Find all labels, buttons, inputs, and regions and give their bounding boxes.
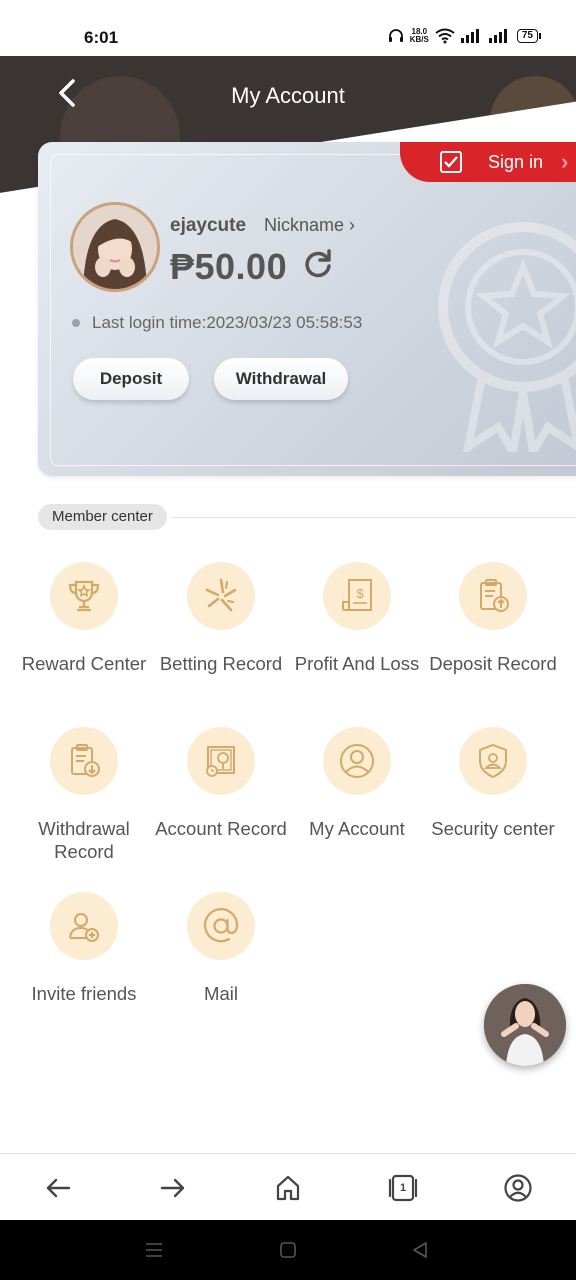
home-icon bbox=[276, 1175, 300, 1201]
withdrawal-button[interactable]: Withdrawal bbox=[214, 358, 348, 400]
arrow-right-icon bbox=[160, 1178, 185, 1198]
reward-center-item[interactable]: Reward Center bbox=[16, 562, 152, 675]
shield-user-icon bbox=[459, 727, 527, 795]
arrow-left-icon bbox=[46, 1178, 71, 1198]
floating-support-avatar[interactable] bbox=[484, 984, 566, 1066]
medal-watermark-icon bbox=[438, 222, 576, 452]
invite-friends-item[interactable]: Invite friends bbox=[16, 892, 152, 1005]
dollar-document-icon: $ bbox=[323, 562, 391, 630]
browser-forward-button[interactable] bbox=[153, 1168, 193, 1208]
star-burst-icon bbox=[187, 562, 255, 630]
bullet-dot bbox=[72, 319, 80, 327]
sign-in-button[interactable]: Sign in › bbox=[400, 142, 576, 182]
system-back-button[interactable] bbox=[408, 1238, 432, 1262]
recent-apps-button[interactable] bbox=[142, 1238, 166, 1262]
user-circle-icon bbox=[323, 727, 391, 795]
profit-and-loss-item[interactable]: $ Profit And Loss bbox=[289, 562, 425, 675]
nickname-link[interactable]: Nickname › bbox=[264, 215, 355, 236]
battery-indicator: 75 bbox=[516, 29, 542, 43]
grid-item-label: Profit And Loss bbox=[294, 653, 420, 674]
member-center-title: Member center bbox=[38, 504, 167, 530]
square-icon bbox=[280, 1242, 296, 1258]
grid-item-label: Mail bbox=[204, 983, 238, 1004]
balance-amount: ₱50.00 bbox=[170, 246, 288, 287]
svg-text:$: $ bbox=[356, 586, 364, 601]
grid-item-label: Account Record bbox=[155, 818, 287, 839]
signal-icon-2 bbox=[488, 29, 507, 43]
checkbox-icon bbox=[440, 151, 462, 173]
security-center-item[interactable]: Security center bbox=[425, 727, 561, 840]
grid-item-label: Invite friends bbox=[31, 983, 137, 1004]
browser-back-button[interactable] bbox=[38, 1168, 78, 1208]
withdrawal-record-item[interactable]: Withdrawal Record bbox=[16, 727, 152, 863]
deposit-record-item[interactable]: Deposit Record bbox=[425, 562, 561, 675]
android-nav-bar bbox=[0, 1220, 576, 1280]
browser-tabs-button[interactable]: 1 bbox=[383, 1168, 423, 1208]
headphones-icon bbox=[388, 29, 403, 42]
grid-item-label: Deposit Record bbox=[429, 653, 557, 674]
chevron-right-icon: › bbox=[561, 149, 569, 174]
grid-item-label: Reward Center bbox=[21, 653, 147, 674]
wifi-icon bbox=[435, 28, 455, 44]
status-time: 6:01 bbox=[84, 28, 119, 47]
network-speed-unit: KB/S bbox=[409, 35, 429, 44]
account-record-icon bbox=[187, 727, 255, 795]
mail-item[interactable]: Mail bbox=[153, 892, 289, 1005]
last-login-text: Last login time:2023/03/23 05:58:53 bbox=[92, 313, 363, 332]
grid-item-label: Withdrawal Record bbox=[38, 818, 130, 862]
tab-count: 1 bbox=[399, 1182, 407, 1194]
divider bbox=[172, 517, 576, 518]
menu-icon bbox=[146, 1243, 162, 1257]
signal-icon bbox=[460, 29, 479, 43]
account-record-item[interactable]: Account Record bbox=[153, 727, 289, 840]
refresh-icon[interactable] bbox=[302, 248, 334, 280]
grid-item-label: Betting Record bbox=[159, 653, 283, 674]
deposit-button[interactable]: Deposit bbox=[73, 358, 189, 400]
clipboard-upload-icon bbox=[459, 562, 527, 630]
home-system-button[interactable] bbox=[276, 1238, 300, 1262]
account-card: Sign in › ejaycute Nickname › ₱50.00 Las… bbox=[38, 142, 576, 476]
last-login: Last login time:2023/03/23 05:58:53 bbox=[72, 313, 362, 333]
avatar[interactable] bbox=[70, 202, 160, 292]
profile-icon bbox=[504, 1174, 532, 1202]
status-icons: 18.0 KB/S 75 bbox=[388, 28, 542, 44]
grid-item-label: Security center bbox=[431, 818, 555, 839]
browser-home-button[interactable] bbox=[268, 1168, 308, 1208]
username: ejaycute bbox=[170, 215, 247, 236]
browser-profile-button[interactable] bbox=[498, 1168, 538, 1208]
network-speed: 18.0 KB/S bbox=[410, 28, 429, 44]
sign-in-label: Sign in bbox=[488, 151, 544, 172]
triangle-back-icon bbox=[413, 1242, 427, 1258]
user-add-icon bbox=[50, 892, 118, 960]
clipboard-download-icon bbox=[50, 727, 118, 795]
page-title: My Account bbox=[231, 83, 345, 108]
my-account-item[interactable]: My Account bbox=[289, 727, 425, 840]
betting-record-item[interactable]: Betting Record bbox=[153, 562, 289, 675]
status-bar: 6:01 18.0 KB/S 75 bbox=[0, 0, 576, 56]
at-sign-icon bbox=[187, 892, 255, 960]
grid-item-label: My Account bbox=[309, 818, 405, 839]
browser-bottom-nav: 1 bbox=[0, 1153, 576, 1220]
trophy-icon bbox=[50, 562, 118, 630]
